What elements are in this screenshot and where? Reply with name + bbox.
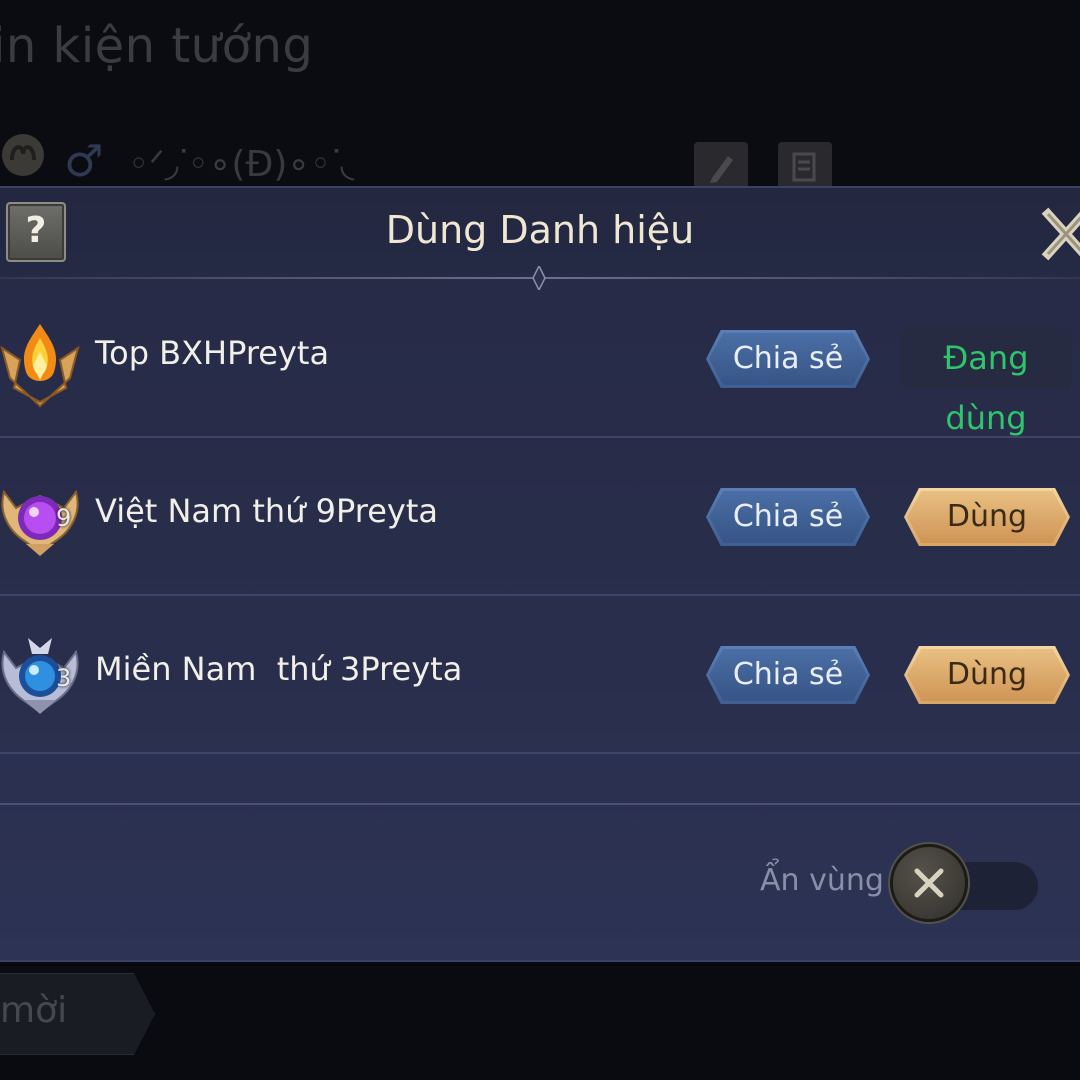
gender-male-icon: ♂ [64, 136, 104, 187]
rank-number: 9 [56, 504, 72, 532]
row-divider [0, 752, 1080, 754]
title-list[interactable]: Top BXHPreyta Chia sẻ Đang dùng 9 Việt N… [0, 280, 1080, 805]
list-bottom-divider [0, 803, 1080, 805]
edit-icon [694, 142, 748, 192]
share-button-label: Chia sẻ [732, 499, 844, 534]
use-button[interactable]: Dùng [904, 646, 1070, 704]
title-name: Miền Nam thứ 3Preyta [95, 650, 463, 688]
rank-number: 3 [56, 664, 72, 692]
document-icon [778, 142, 832, 192]
zodiac-icon [0, 130, 46, 187]
title-row: 9 Việt Nam thứ 9Preyta Chia sẻ Dùng [0, 438, 1080, 596]
in-use-status-label: Đang dùng [943, 339, 1029, 437]
modal-title: Dùng Danh hiệu [385, 208, 695, 252]
toggle-off-x-icon [914, 868, 944, 898]
gold-flame-badge-icon [0, 324, 80, 408]
share-button[interactable]: Chia sẻ [706, 488, 870, 546]
background-ornament-text: ◦ᐟ◞ᐝ◦∘(Đ)∘◦ᐝ◟ [128, 144, 355, 185]
hide-region-toggle-knob[interactable] [890, 844, 968, 922]
share-button[interactable]: Chia sẻ [706, 646, 870, 704]
modal-header: ? Dùng Danh hiệu [0, 188, 1080, 290]
use-button[interactable]: Dùng [904, 488, 1070, 546]
title-row: Top BXHPreyta Chia sẻ Đang dùng [0, 280, 1080, 438]
title-name: Top BXHPreyta [95, 334, 330, 372]
use-button-label: Dùng [946, 499, 1028, 534]
background-page-title: in kiện tướng [0, 18, 314, 74]
title-row: 3 Miền Nam thứ 3Preyta Chia sẻ Dùng [0, 596, 1080, 754]
hide-region-label: Ẩn vùng [760, 863, 884, 898]
use-button-label: Dùng [946, 657, 1028, 692]
share-button-label: Chia sẻ [732, 341, 844, 376]
use-title-modal: ? Dùng Danh hiệu Top BXHPreyta Chia sẻ Đ… [0, 186, 1080, 962]
title-name: Việt Nam thứ 9Preyta [95, 492, 438, 530]
share-button[interactable]: Chia sẻ [706, 330, 870, 388]
share-button-label: Chia sẻ [732, 657, 844, 692]
close-button[interactable] [1040, 206, 1080, 262]
close-icon [1041, 207, 1080, 261]
background-new-label: mời [0, 990, 68, 1031]
in-use-status: Đang dùng [900, 328, 1072, 437]
